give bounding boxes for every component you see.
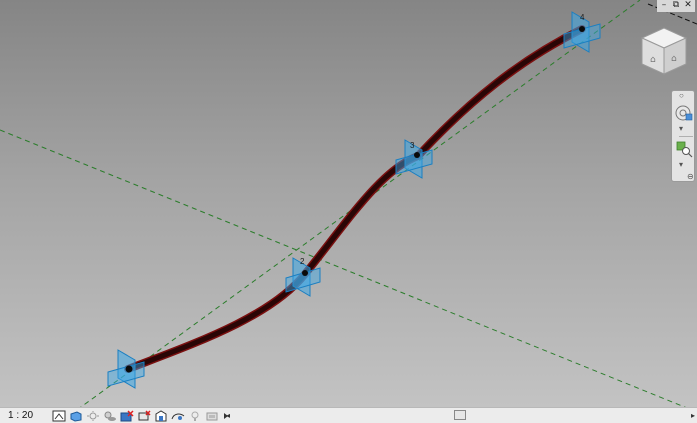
zoom-icon[interactable]	[674, 139, 694, 159]
view-scale[interactable]: 1 : 20	[0, 410, 52, 421]
viewcube-front-face[interactable]: ⌂	[650, 55, 656, 65]
3d-viewport[interactable]: 2 3 4 – ⧉ ✕ ⌂ ⌂ ○ ▾ ▾ ⊖	[0, 0, 697, 407]
zoom-dropdown-icon[interactable]: ▾	[679, 161, 683, 169]
viewcube-icon: ⌂ ⌂	[640, 27, 688, 75]
navbar-divider	[679, 136, 693, 137]
navbar-top-handle: ○	[679, 91, 684, 100]
view-control-bar: 1 : 20 ◂ ▸	[0, 407, 697, 423]
visual-style-icon[interactable]	[69, 410, 83, 422]
restore-button[interactable]: ⧉	[671, 0, 681, 11]
spline-curve[interactable]	[124, 25, 586, 373]
horizontal-scrollbar[interactable]: ◂ ▸	[226, 410, 695, 421]
close-button[interactable]: ✕	[683, 0, 693, 11]
reference-line-diagonal	[0, 129, 686, 407]
work-plane-point-4[interactable]: 4	[563, 11, 601, 53]
reference-line-spline-chord	[80, 0, 641, 407]
lock-3d-view-icon[interactable]	[171, 410, 185, 422]
render-icon[interactable]	[120, 409, 134, 422]
shadows-icon[interactable]	[103, 410, 117, 422]
model-scene[interactable]: 2 3 4	[0, 0, 697, 407]
steering-wheel-icon[interactable]	[674, 103, 694, 123]
crop-view-icon[interactable]	[137, 409, 151, 422]
work-plane-point-1[interactable]	[107, 349, 145, 389]
navbar-options-icon[interactable]: ⊖	[687, 173, 694, 181]
view-window-controls: – ⧉ ✕	[657, 0, 695, 12]
point-label-3: 3	[410, 141, 415, 150]
steering-wheel-dropdown-icon[interactable]: ▾	[679, 125, 683, 133]
detail-level-icon[interactable]	[52, 410, 66, 422]
point-label-4: 4	[580, 13, 585, 22]
scroll-left-button[interactable]: ◂	[226, 410, 230, 421]
reveal-hidden-icon[interactable]	[205, 410, 219, 422]
point-label-2: 2	[300, 257, 305, 266]
viewcube-side-face[interactable]: ⌂	[671, 54, 677, 64]
sun-path-icon[interactable]	[86, 410, 100, 422]
scroll-thumb[interactable]	[454, 410, 466, 420]
scroll-right-button[interactable]: ▸	[691, 410, 695, 421]
minimize-button[interactable]: –	[659, 0, 669, 11]
spline-curve-core	[125, 26, 585, 372]
viewcube[interactable]: ⌂ ⌂	[636, 24, 692, 80]
temporary-hide-icon[interactable]	[188, 410, 202, 422]
show-crop-icon[interactable]	[154, 409, 168, 422]
navigation-bar: ○ ▾ ▾ ⊖	[671, 90, 695, 182]
